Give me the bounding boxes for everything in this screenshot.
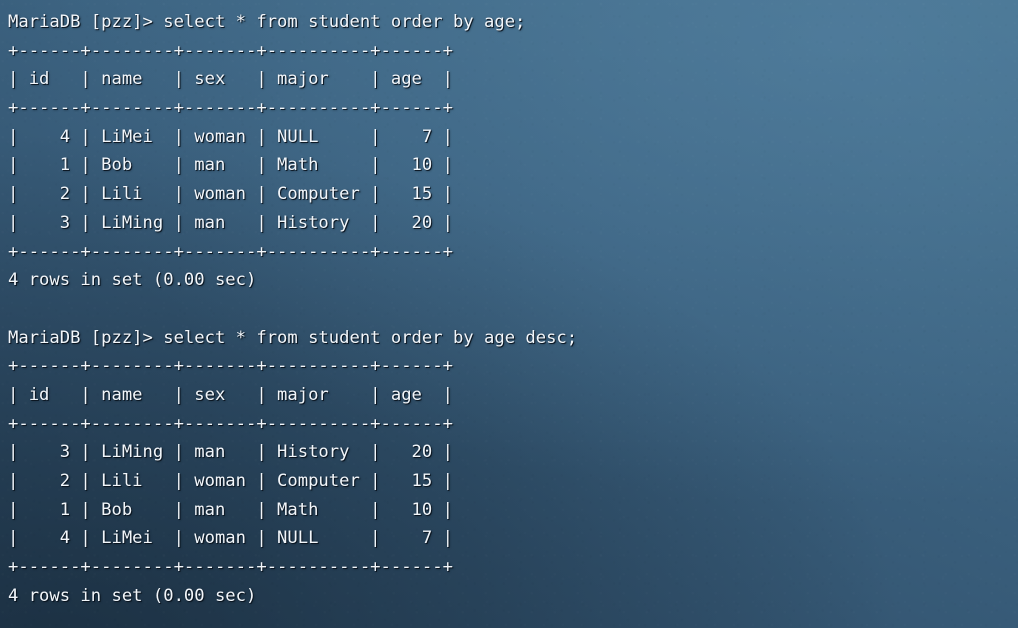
result-status-line: 4 rows in set (0.00 sec) <box>8 270 257 291</box>
result-table-rule: +------+--------+-------+----------+----… <box>8 557 453 578</box>
result-table-rule: +------+--------+-------+----------+----… <box>8 40 453 61</box>
result-table-row: | 2 | Lili | woman | Computer | 15 | <box>8 471 453 491</box>
result-table-row: | 4 | LiMei | woman | NULL | 7 | <box>8 126 453 147</box>
result-table-row: | 3 | LiMing | man | History | 20 | <box>8 212 453 233</box>
terminal-screen[interactable]: MariaDB [pzz]> select * from student ord… <box>0 0 1018 628</box>
result-table-row: | 1 | Bob | man | Math | 10 | <box>8 499 453 520</box>
result-table-row: | 2 | Lili | woman | Computer | 15 | <box>8 184 453 205</box>
result-table-row: | 4 | LiMei | woman | NULL | 7 | <box>8 528 453 549</box>
result-table-row: | 3 | LiMing | man | History | 20 | <box>8 442 453 463</box>
terminal-prompt-line: MariaDB [pzz]> select * from student ord… <box>8 12 526 32</box>
result-table-rule: +------+--------+-------+----------+----… <box>8 98 453 119</box>
result-table-rule: +------+--------+-------+----------+----… <box>8 241 453 262</box>
result-table-rule: +------+--------+-------+----------+----… <box>8 356 453 377</box>
result-table-header-row: | id | name | sex | major | age | <box>8 69 453 90</box>
result-table-row: | 1 | Bob | man | Math | 10 | <box>8 155 453 176</box>
result-status-line: 4 rows in set (0.00 sec) <box>8 585 257 606</box>
terminal-prompt-line: MariaDB [pzz]> select * from student ord… <box>8 327 578 348</box>
result-table-header-row: | id | name | sex | major | age | <box>8 384 453 405</box>
terminal-window[interactable]: MariaDB [pzz]> select * from student ord… <box>0 0 1018 628</box>
result-table-rule: +------+--------+-------+----------+----… <box>8 413 453 434</box>
